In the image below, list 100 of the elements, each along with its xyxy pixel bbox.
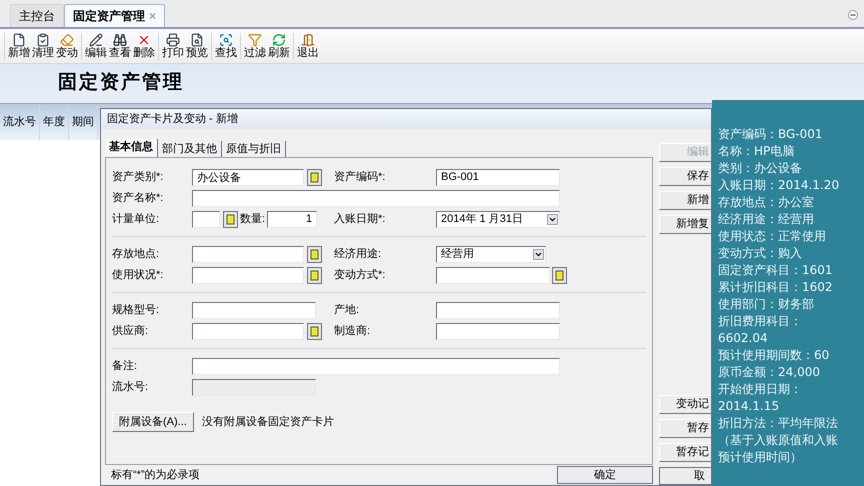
text-field[interactable]: BG-001 [436,168,560,186]
field-label: 备注: [112,358,138,374]
field-label: 产地: [334,302,360,318]
toolbar-button[interactable]: 预览 [185,32,209,60]
readonly-field[interactable] [192,378,316,396]
quantity-field[interactable]: 1 [267,210,318,228]
field-label: 资产编码*: [334,170,386,185]
field-label: 数量: [239,212,266,227]
attach-button[interactable]: 附属设备(A)... [112,412,194,432]
binoculars-icon [113,32,127,46]
book-icon [310,270,319,280]
info-line: 类别：办公设备 [718,160,803,177]
side-button[interactable]: 新增复 [659,215,711,234]
info-line: 经济用途：经营用 [718,211,815,228]
lookup-button[interactable] [223,210,238,228]
info-line: 预计使用期间数：60 [718,347,830,364]
field-label: 入账日期*: [334,212,386,227]
ok-button[interactable]: 确定 [557,466,653,484]
attach-note: 没有附属设备固定资产卡片 [202,414,334,430]
side-button[interactable]: 暂存 [659,419,711,438]
info-line: 固定资产科目：1601 [718,262,834,279]
toolbar-button[interactable]: 清理 [31,32,55,60]
lookup-button[interactable] [307,168,322,186]
text-field[interactable] [436,302,560,318]
info-line: 入账日期：2014.1.20 [718,177,840,194]
side-button[interactable]: 保存 [659,167,711,186]
lookup-field[interactable] [192,266,304,284]
search-icon [219,32,233,46]
page-title: 固定资产管理 [58,70,184,96]
column-header: 期间 [69,104,98,140]
info-line: 折旧费用科目： [718,313,803,330]
info-line: 折旧方法：平均年限法 [718,415,839,432]
lookup-field[interactable] [192,322,304,340]
minimize-icon[interactable] [848,10,858,20]
info-line: 存放地点：办公室 [718,194,815,211]
book-icon [555,270,564,280]
lookup-button[interactable] [307,322,322,340]
field-label: 供应商: [112,324,150,339]
info-line: 使用部门：财务部 [718,296,815,313]
field-label: 变动方式*: [334,268,386,283]
tab[interactable]: 固定资产管理 × [64,4,166,27]
lookup-field[interactable]: 办公设备 [192,168,304,186]
info-line: 原币金额：24,000 [718,364,821,381]
field-label: 计量单位: [112,212,160,227]
date-picker[interactable]: 2014年 1 月31日 [436,210,560,228]
toolbar-button[interactable]: 查看 [108,32,132,60]
toolbar-button[interactable]: 查找 [214,32,238,60]
toolbar-button[interactable]: 编辑 [84,32,108,60]
toolbar-button[interactable]: 删除 [132,32,156,60]
text-field[interactable] [192,358,560,374]
info-line: 2014.1.15 [718,398,780,415]
text-field[interactable] [436,322,560,340]
select-field[interactable]: 经营用 [436,246,546,262]
toolbar-button[interactable]: 刷新 [267,32,291,60]
field-label: 流水号: [112,380,150,395]
dialog-title: 固定资产卡片及变动 - 新增 [107,112,238,127]
unit-field[interactable] [192,210,220,228]
cancel-button[interactable]: 取 [659,467,711,485]
book-icon [310,172,319,182]
exit-icon [301,32,315,46]
toolbar-button[interactable]: 变动 [55,32,79,60]
footer-note: 标有“*”的为必录项 [110,468,200,483]
lookup-field[interactable] [436,266,550,284]
info-line: 累计折旧科目：1602 [718,279,834,296]
column-header: 流水号 [0,104,40,140]
field-label: 存放地点: [112,246,160,262]
lookup-button[interactable] [552,266,567,284]
toolbar-button[interactable]: 打印 [161,32,185,60]
side-button[interactable]: 新增 [659,191,711,210]
lookup-field[interactable] [192,246,304,262]
book-icon [310,248,319,260]
clipboard-icon [36,32,50,46]
field-label: 规格型号: [112,302,160,318]
lookup-button[interactable] [307,266,322,284]
text-field[interactable] [192,190,560,206]
info-line: 开始使用日期： [718,381,803,398]
dialog-tab[interactable]: 基本信息 [105,139,158,157]
field-label: 使用状况*: [112,268,164,283]
dropdown-icon [547,214,558,224]
lookup-button[interactable] [307,246,322,262]
tab[interactable]: 主控台 [10,4,64,27]
field-label: 制造商: [334,324,372,339]
toolbar-button[interactable]: 过滤 [243,32,267,60]
toolbar-button[interactable]: 退出 [296,32,320,60]
file-icon [12,32,26,46]
toolbar-button[interactable]: 新增 [7,32,31,60]
filter-icon [248,32,262,46]
info-line: 资产编码：BG-001 [718,126,824,143]
dropdown-icon [533,248,544,260]
pencil-icon [89,32,103,46]
side-button[interactable]: 变动记 [659,395,711,414]
text-field[interactable] [192,302,316,318]
field-label: 经济用途: [334,246,382,262]
side-button[interactable]: 暂存记 [659,443,711,462]
book-icon [226,214,235,224]
info-line: 6602.04 [718,330,769,347]
field-label: 资产类别*: [112,170,164,185]
printer-icon [166,32,180,46]
info-line: 预计使用时间） [718,449,803,466]
column-header: 年度 [40,104,69,140]
